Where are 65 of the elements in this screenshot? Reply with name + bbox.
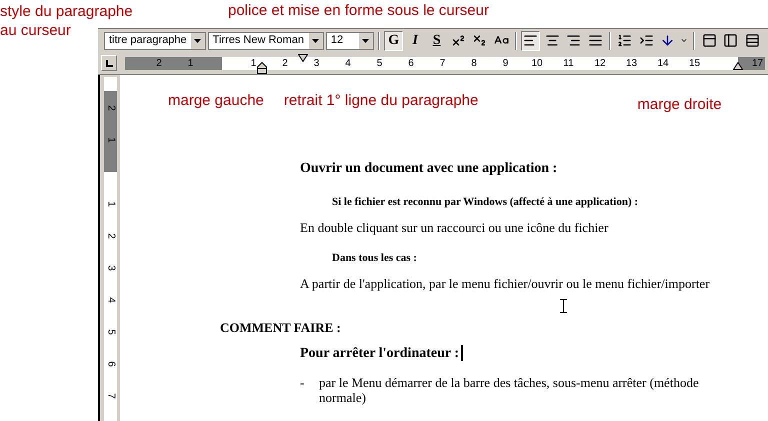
superscript-icon bbox=[450, 33, 466, 48]
numbered-list-icon bbox=[617, 33, 632, 48]
ruler-number: 11 bbox=[562, 56, 574, 70]
ruler-number: 4 bbox=[344, 56, 352, 70]
annotation-label: au curseur bbox=[0, 21, 71, 40]
align-center-icon bbox=[544, 33, 560, 48]
ruler-number: 1 bbox=[104, 136, 116, 145]
ruler-number: 8 bbox=[470, 56, 478, 70]
ruler-number: 1 bbox=[250, 56, 258, 70]
paragraph-text: A partir de l'application, par le menu fichier/ouvrir ou le menu fichier/importer bbox=[300, 276, 710, 291]
ruler-number: 13 bbox=[626, 56, 638, 70]
ruler-number: 2 bbox=[155, 56, 163, 70]
ruler-number: 17 bbox=[752, 56, 764, 70]
justify-icon bbox=[588, 33, 603, 48]
ruler-number: 2 bbox=[104, 232, 116, 241]
text-cursor-icon bbox=[560, 299, 567, 313]
paragraph-heading: Ouvrir un document avec une application : bbox=[300, 160, 558, 178]
tab-stop-icon bbox=[106, 60, 112, 66]
annotation-label: police et mise en forme sous le curseur bbox=[228, 3, 489, 21]
annotation-label: marge droite bbox=[637, 97, 722, 115]
ruler-number: 5 bbox=[376, 56, 384, 70]
annotation-label: retrait 1° ligne du paragraphe bbox=[284, 93, 478, 111]
arrow-down-icon bbox=[660, 33, 676, 48]
paragraph-heading: Pour arrêter l'ordinateur : bbox=[300, 345, 460, 363]
ruler-number: 6 bbox=[407, 56, 415, 70]
paragraph-subheading: Si le fichier est reconnu par Windows (affecté à une application) : bbox=[332, 196, 638, 208]
rows-icon bbox=[744, 33, 760, 48]
size-dropdown[interactable]: 12 bbox=[326, 32, 374, 50]
indent-icon bbox=[638, 33, 654, 48]
annotation-label: style du paragraphe bbox=[0, 2, 133, 21]
ruler-number: 7 bbox=[104, 392, 116, 401]
panel-icon bbox=[702, 33, 717, 48]
format-button[interactable]: S bbox=[426, 30, 446, 50]
section-heading: COMMENT FAIRE : bbox=[220, 320, 341, 335]
paragraph-subheading: Dans tous les cas : bbox=[332, 252, 417, 264]
ruler-number: 12 bbox=[594, 56, 606, 70]
ruler-number: 4 bbox=[104, 296, 116, 305]
ruler-number: 1 bbox=[104, 200, 116, 209]
ruler-number: 15 bbox=[688, 56, 700, 70]
bullet-marker: - bbox=[300, 375, 306, 392]
ruler-number: 3 bbox=[104, 264, 116, 273]
align-left-icon bbox=[523, 33, 538, 48]
ruler-number: 14 bbox=[657, 56, 669, 70]
toolbar-button[interactable] bbox=[520, 30, 540, 50]
ruler-number: 7 bbox=[438, 56, 446, 70]
ruler-number: 2 bbox=[104, 104, 116, 113]
align-right-icon bbox=[566, 33, 582, 48]
ruler-number: 6 bbox=[104, 360, 116, 369]
font-dropdown[interactable]: Tirres New Roman bbox=[208, 32, 324, 50]
paragraph-text: En double cliquant sur un raccourci ou une icône du fichier bbox=[300, 220, 608, 235]
ruler-number: 5 bbox=[104, 328, 116, 337]
ruler-number: 9 bbox=[502, 56, 510, 70]
ruler-number: 2 bbox=[281, 56, 289, 70]
format-button[interactable]: I bbox=[405, 30, 425, 50]
panel-icon bbox=[723, 33, 738, 48]
paragraph-text: par le Menu démarrer de la barre des tâches, sous-menu arrêter (méthode normale) bbox=[319, 375, 700, 405]
subscript-icon bbox=[472, 33, 488, 48]
ruler-number: 10 bbox=[531, 56, 543, 70]
right-indent-marker[interactable] bbox=[733, 62, 743, 70]
ruler-number: 3 bbox=[312, 56, 320, 70]
tab-selector[interactable] bbox=[101, 55, 117, 71]
format-button[interactable]: G bbox=[384, 30, 404, 50]
style-dropdown[interactable]: titre paragraphe bbox=[104, 32, 206, 50]
annotation-label: marge gauche bbox=[168, 93, 264, 111]
ruler-number: 1 bbox=[186, 56, 194, 70]
